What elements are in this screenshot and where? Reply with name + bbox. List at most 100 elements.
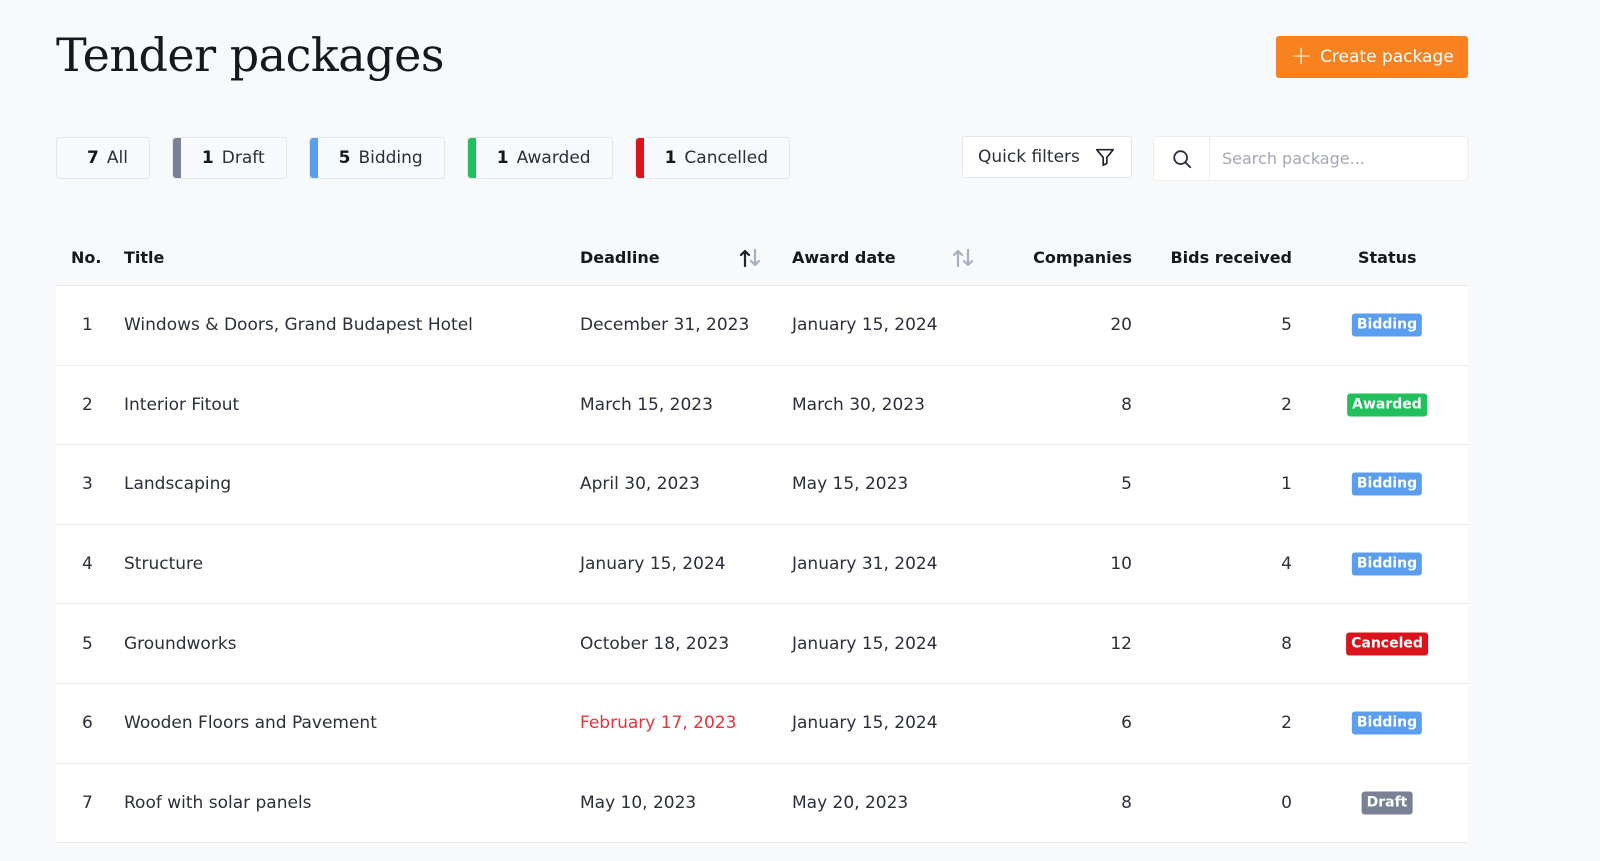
col-deadline[interactable]: Deadline [580, 248, 660, 267]
row-bids-received: 1 [1281, 474, 1292, 495]
tender-packages-page: Tender packages + Create package 7 All 1… [0, 0, 1600, 861]
table-row[interactable]: 7 Roof with solar panels May 10, 2023 Ma… [56, 763, 1468, 844]
status-color-bar [635, 138, 644, 178]
row-title[interactable]: Wooden Floors and Pavement [124, 713, 377, 733]
filter-label: Bidding [358, 148, 423, 168]
status-badge: Draft [1361, 791, 1413, 815]
search-input[interactable] [1210, 137, 1467, 180]
table-row[interactable]: 6 Wooden Floors and Pavement February 17… [56, 683, 1468, 764]
status-color-bar [172, 138, 181, 178]
search-icon [1172, 149, 1191, 168]
packages-table: No. Title Deadline Award date Companies … [56, 228, 1468, 844]
status-badge: Bidding [1351, 472, 1423, 496]
status-badge: Awarded [1347, 393, 1427, 417]
filter-chip-draft[interactable]: 1 Draft [171, 137, 287, 179]
filter-chip-awarded[interactable]: 1 Awarded [466, 137, 613, 179]
row-bids-received: 4 [1281, 554, 1292, 575]
status-filter-bar: 7 All 1 Draft 5 Bidding 1 Awarded 1 Canc… [56, 137, 790, 179]
row-title[interactable]: Windows & Doors, Grand Budapest Hotel [124, 315, 473, 335]
col-title: Title [124, 248, 165, 267]
filter-label: Draft [221, 148, 265, 168]
filter-count: 7 [87, 148, 99, 168]
row-number: 6 [82, 713, 93, 734]
row-companies: 8 [1121, 394, 1132, 415]
row-title[interactable]: Interior Fitout [124, 395, 239, 415]
row-award-date: January 15, 2024 [792, 315, 938, 336]
row-companies: 20 [1110, 315, 1132, 336]
plus-icon: + [1290, 40, 1313, 71]
filter-chip-all[interactable]: 7 All [56, 137, 150, 179]
col-no: No. [71, 248, 102, 267]
row-deadline: January 15, 2024 [580, 554, 726, 575]
row-title[interactable]: Roof with solar panels [124, 793, 312, 813]
row-bids-received: 2 [1281, 713, 1292, 734]
row-title[interactable]: Structure [124, 554, 203, 574]
row-award-date: March 30, 2023 [792, 394, 925, 415]
row-number: 4 [82, 554, 93, 575]
table-row[interactable]: 3 Landscaping April 30, 2023 May 15, 202… [56, 445, 1468, 525]
table-body: 1 Windows & Doors, Grand Budapest Hotel … [56, 286, 1468, 844]
row-deadline: April 30, 2023 [580, 474, 700, 495]
table-row[interactable]: 4 Structure January 15, 2024 January 31,… [56, 524, 1468, 605]
row-number: 3 [82, 474, 93, 495]
filter-label: Awarded [516, 148, 591, 168]
row-award-date: January 31, 2024 [792, 554, 938, 575]
page-title: Tender packages [56, 28, 444, 82]
col-status: Status [1358, 248, 1417, 267]
filter-count: 5 [338, 148, 351, 168]
row-deadline: March 15, 2023 [580, 394, 713, 415]
row-number: 5 [82, 633, 93, 654]
row-deadline: December 31, 2023 [580, 315, 750, 336]
status-color-bar [309, 138, 318, 178]
row-companies: 5 [1121, 474, 1132, 495]
search-box [1153, 136, 1468, 181]
row-deadline: May 10, 2023 [580, 792, 697, 813]
quick-filters-label: Quick filters [978, 147, 1080, 167]
row-title[interactable]: Groundworks [124, 634, 237, 654]
row-bids-received: 2 [1281, 394, 1292, 415]
status-badge: Bidding [1351, 552, 1423, 576]
row-bids-received: 0 [1281, 792, 1292, 813]
row-award-date: January 15, 2024 [792, 713, 938, 734]
table-row[interactable]: 2 Interior Fitout March 15, 2023 March 3… [56, 365, 1468, 446]
filter-label: All [106, 148, 128, 168]
filter-chip-cancelled[interactable]: 1 Cancelled [634, 137, 790, 179]
filter-count: 1 [496, 148, 509, 168]
quick-filters-button[interactable]: Quick filters [962, 136, 1132, 178]
row-companies: 6 [1121, 713, 1132, 734]
status-badge: Canceled [1346, 632, 1428, 656]
row-companies: 12 [1110, 633, 1132, 654]
table-header: No. Title Deadline Award date Companies … [56, 228, 1468, 286]
row-title[interactable]: Landscaping [124, 474, 231, 494]
filter-count: 1 [201, 148, 214, 168]
row-deadline: February 17, 2023 [580, 713, 737, 734]
search-icon-cell[interactable] [1154, 137, 1210, 180]
create-package-button[interactable]: + Create package [1276, 36, 1468, 78]
col-companies: Companies [1033, 248, 1132, 267]
row-award-date: May 15, 2023 [792, 474, 909, 495]
row-companies: 10 [1110, 554, 1132, 575]
funnel-icon [1095, 148, 1114, 167]
sort-icon[interactable] [951, 248, 975, 268]
filter-count: 1 [664, 148, 677, 168]
row-number: 2 [82, 394, 93, 415]
filter-label: Cancelled [684, 148, 768, 168]
create-package-label: Create package [1320, 47, 1454, 67]
row-companies: 8 [1121, 792, 1132, 813]
status-badge: Bidding [1351, 711, 1423, 735]
status-badge: Bidding [1351, 313, 1423, 337]
row-deadline: October 18, 2023 [580, 633, 730, 654]
row-award-date: May 20, 2023 [792, 792, 909, 813]
status-color-bar [467, 138, 476, 178]
table-row[interactable]: 1 Windows & Doors, Grand Budapest Hotel … [56, 286, 1468, 366]
sort-ascending-icon[interactable] [738, 248, 762, 268]
row-award-date: January 15, 2024 [792, 633, 938, 654]
row-number: 1 [82, 315, 93, 336]
row-number: 7 [82, 792, 93, 813]
col-bids-received: Bids received [1170, 248, 1292, 267]
col-award-date[interactable]: Award date [792, 248, 896, 267]
filter-chip-bidding[interactable]: 5 Bidding [308, 137, 445, 179]
row-bids-received: 8 [1281, 633, 1292, 654]
row-bids-received: 5 [1281, 315, 1292, 336]
table-row[interactable]: 5 Groundworks October 18, 2023 January 1… [56, 604, 1468, 684]
